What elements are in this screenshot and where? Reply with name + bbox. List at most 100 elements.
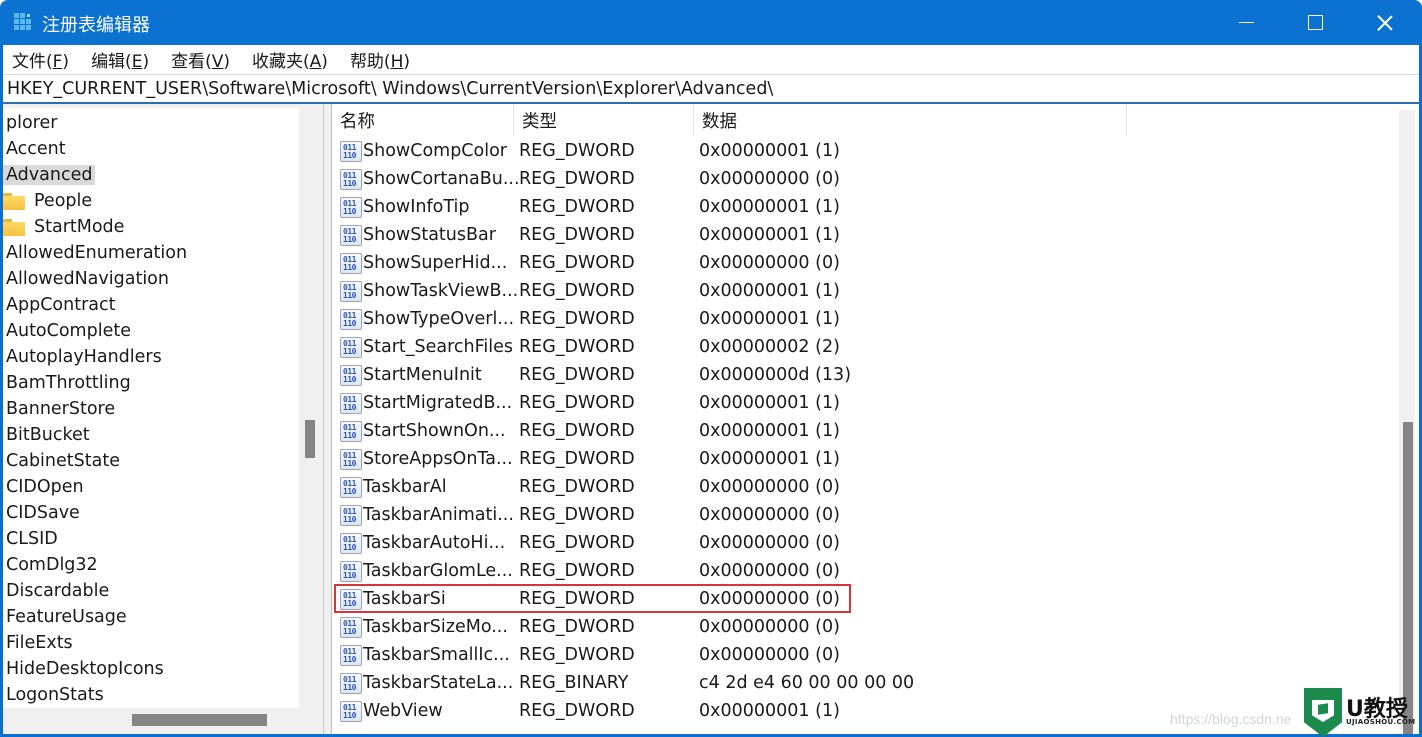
- value-row[interactable]: 011 110 StartMigratedB... REG_DWORD 0x000000…: [336, 389, 1386, 417]
- value-row[interactable]: 011 110 ShowTaskViewB... REG_DWORD 0x0000000…: [336, 277, 1386, 305]
- tree-item[interactable]: CLSID: [3, 526, 61, 552]
- value-row[interactable]: 011 110 TaskbarSizeMo... REG_DWORD 0x0000000…: [336, 613, 1386, 641]
- value-name: StartMenuInit: [363, 365, 482, 385]
- close-button[interactable]: [1350, 0, 1420, 45]
- tree-item-label: FileExts: [6, 633, 73, 653]
- minimize-icon: [1238, 21, 1254, 24]
- value-row[interactable]: 011 110 ShowInfoTip REG_DWORD 0x00000001 (1): [336, 193, 1386, 221]
- value-name: WebView: [363, 701, 443, 721]
- value-row[interactable]: 011 110 ShowStatusBar REG_DWORD 0x00000001 (…: [336, 221, 1386, 249]
- value-row[interactable]: 011 110 TaskbarAnimati... REG_DWORD 0x000000…: [336, 501, 1386, 529]
- value-data: 0x00000001 (1): [699, 309, 840, 329]
- value-data: 0x00000000 (0): [699, 533, 840, 553]
- close-icon: [1377, 15, 1393, 31]
- value-data: 0x00000000 (0): [699, 169, 840, 189]
- tree-item[interactable]: People: [3, 188, 95, 214]
- value-row[interactable]: 011 110 StoreAppsOnTa... REG_DWORD 0x0000000…: [336, 445, 1386, 473]
- value-type: REG_DWORD: [519, 169, 635, 189]
- value-data: 0x00000001 (1): [699, 393, 840, 413]
- tree-item[interactable]: plorer: [3, 110, 60, 136]
- pane-splitter[interactable]: [323, 104, 331, 734]
- tree-horizontal-scrollbar[interactable]: [132, 714, 267, 726]
- tree-item[interactable]: AutoplayHandlers: [3, 344, 165, 370]
- value-type: REG_DWORD: [519, 225, 635, 245]
- registry-editor-window: 注册表编辑器 文件(F) 编辑(E) 查看(V) 收藏夹(A) 帮助(H) HKEY_C…: [0, 0, 1422, 737]
- reg-dword-icon: 011 110: [340, 533, 362, 554]
- value-row[interactable]: 011 110 TaskbarSmallIc... REG_DWORD 0x000000…: [336, 641, 1386, 669]
- value-name: TaskbarStateLa...: [363, 673, 514, 693]
- value-name: StartMigratedB...: [363, 393, 513, 413]
- menu-item-v[interactable]: 查看(V): [171, 47, 230, 72]
- tree-item[interactable]: CIDOpen: [3, 474, 87, 500]
- column-header-type[interactable]: 类型: [514, 104, 694, 136]
- tree-item[interactable]: BannerStore: [3, 396, 118, 422]
- value-name: TaskbarGlomLe...: [363, 561, 513, 581]
- tree-item[interactable]: CIDSave: [3, 500, 83, 526]
- tree-item[interactable]: LogonStats: [3, 682, 107, 708]
- tree-item[interactable]: AutoComplete: [3, 318, 134, 344]
- value-type: REG_BINARY: [519, 673, 629, 693]
- value-row[interactable]: 011 110 ShowCortanaBu... REG_DWORD 0x0000000…: [336, 165, 1386, 193]
- address-bar[interactable]: HKEY_CURRENT_USER\Software\Microsoft\ Wi…: [3, 74, 1419, 104]
- value-data: 0x00000000 (0): [699, 645, 840, 665]
- value-type: REG_DWORD: [519, 421, 635, 441]
- value-row[interactable]: 011 110 TaskbarSi REG_DWORD 0x00000000 (0): [336, 585, 1386, 613]
- tree-item-label: FeatureUsage: [6, 607, 127, 627]
- value-data: 0x00000001 (1): [699, 281, 840, 301]
- value-name: TaskbarSi: [363, 589, 446, 609]
- windows-logo-icon: [1318, 703, 1328, 715]
- menu-accelerator: A: [309, 52, 322, 72]
- value-row[interactable]: 011 110 ShowCompColor REG_DWORD 0x00000001 (…: [336, 137, 1386, 165]
- tree-item[interactable]: BitBucket: [3, 422, 93, 448]
- value-row[interactable]: 011 110 StartShownOn... REG_DWORD 0x00000001…: [336, 417, 1386, 445]
- value-row[interactable]: 011 110 TaskbarAl REG_DWORD 0x00000000 (0): [336, 473, 1386, 501]
- reg-dword-icon: 011 110: [340, 337, 362, 358]
- tree-item-label: CIDSave: [6, 503, 80, 523]
- tree-item[interactable]: Discardable: [3, 578, 112, 604]
- value-row[interactable]: 011 110 Start_SearchFiles REG_DWORD 0x000000…: [336, 333, 1386, 361]
- menu-item-h[interactable]: 帮助(H): [350, 47, 410, 72]
- value-name: Start_SearchFiles: [363, 337, 514, 357]
- column-header-data[interactable]: 数据: [694, 104, 1127, 136]
- address-path[interactable]: HKEY_CURRENT_USER\Software\Microsoft\ Wi…: [7, 79, 773, 99]
- value-row[interactable]: 011 110 TaskbarGlomLe... REG_DWORD 0x0000000…: [336, 557, 1386, 585]
- value-type: REG_DWORD: [519, 309, 635, 329]
- minimize-button[interactable]: [1211, 0, 1281, 45]
- value-row[interactable]: 011 110 TaskbarStateLa... REG_BINARY c4 2d e…: [336, 669, 1386, 697]
- value-type: REG_DWORD: [519, 393, 635, 413]
- tree-item[interactable]: Advanced: [3, 162, 96, 188]
- menu-item-e[interactable]: 编辑(E): [91, 47, 149, 72]
- value-row[interactable]: 011 110 StartMenuInit REG_DWORD 0x0000000d (…: [336, 361, 1386, 389]
- key-tree: plorer Accent Advanced People StartMode Allow…: [3, 108, 299, 708]
- reg-dword-icon: 011 110: [340, 645, 362, 666]
- tree-vertical-scrollbar[interactable]: [305, 420, 315, 458]
- reg-dword-icon: 011 110: [340, 309, 362, 330]
- menu-item-a[interactable]: 收藏夹(A): [252, 47, 328, 72]
- menu-accelerator: V: [211, 52, 224, 72]
- tree-item[interactable]: BamThrottling: [3, 370, 134, 396]
- reg-dword-icon: 011 110: [340, 477, 362, 498]
- title-bar[interactable]: 注册表编辑器: [0, 0, 1422, 45]
- tree-item[interactable]: AllowedNavigation: [3, 266, 172, 292]
- maximize-button[interactable]: [1280, 0, 1350, 45]
- column-header-name[interactable]: 名称: [332, 104, 514, 136]
- tree-item[interactable]: StartMode: [3, 214, 127, 240]
- value-row[interactable]: 011 110 TaskbarAutoHi... REG_DWORD 0x0000000…: [336, 529, 1386, 557]
- reg-dword-icon: 011 110: [340, 449, 362, 470]
- tree-item[interactable]: HideDesktopIcons: [3, 656, 167, 682]
- tree-item[interactable]: AllowedEnumeration: [3, 240, 190, 266]
- value-data: 0x00000000 (0): [699, 253, 840, 273]
- tree-item[interactable]: CabinetState: [3, 448, 123, 474]
- tree-item[interactable]: FeatureUsage: [3, 604, 130, 630]
- tree-item[interactable]: FileExts: [3, 630, 76, 656]
- tree-item[interactable]: Accent: [3, 136, 69, 162]
- tree-item[interactable]: ComDlg32: [3, 552, 101, 578]
- value-row[interactable]: 011 110 ShowSuperHid... REG_DWORD 0x00000000…: [336, 249, 1386, 277]
- reg-dword-icon: 011 110: [340, 421, 362, 442]
- value-type: REG_DWORD: [519, 477, 635, 497]
- tree-item[interactable]: AppContract: [3, 292, 118, 318]
- menu-item-f[interactable]: 文件(F): [12, 47, 69, 72]
- tree-item-label: HideDesktopIcons: [6, 659, 164, 679]
- value-row[interactable]: 011 110 ShowTypeOverl... REG_DWORD 0x0000000…: [336, 305, 1386, 333]
- value-name: TaskbarAnimati...: [363, 505, 514, 525]
